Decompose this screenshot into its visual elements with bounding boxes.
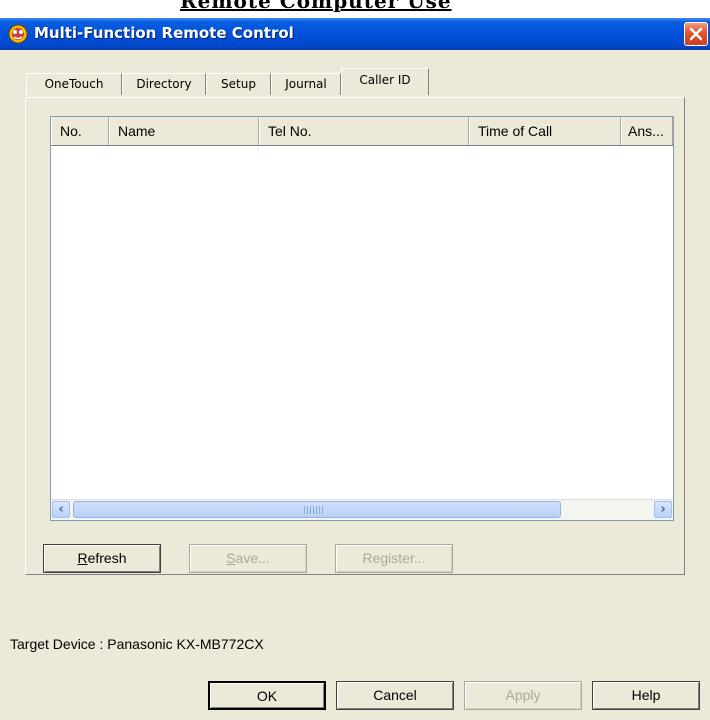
chevron-left-icon: ‹ [58, 502, 64, 517]
register-button[interactable]: Register... [335, 544, 453, 573]
top-cropped-heading: Remote Computer Use [0, 0, 710, 18]
tab-journal-label: Journal [285, 77, 327, 91]
close-icon [689, 27, 703, 41]
column-header-tel-no[interactable]: Tel No. [259, 117, 469, 145]
column-header-answer-label: Ans... [628, 123, 664, 139]
top-cropped-heading-text: Remote Computer Use [180, 0, 452, 13]
column-header-time-of-call-label: Time of Call [478, 123, 553, 139]
column-header-answer[interactable]: Ans... [621, 117, 673, 145]
cancel-button[interactable]: Cancel [336, 681, 454, 710]
caller-id-panel: No. Name Tel No. Time of Call Ans... ‹ › [25, 97, 685, 575]
horizontal-scrollbar[interactable]: ‹ › [51, 499, 673, 520]
tab-onetouch-label: OneTouch [44, 77, 104, 91]
tab-setup[interactable]: Setup [206, 73, 271, 95]
close-button[interactable] [684, 22, 708, 46]
help-button[interactable]: Help [592, 681, 700, 710]
ok-button[interactable]: OK [208, 681, 326, 710]
caller-list[interactable]: No. Name Tel No. Time of Call Ans... ‹ › [50, 116, 674, 521]
save-button[interactable]: Save... [189, 544, 307, 573]
dialog-window: Multi-Function Remote Control OneTouch D… [0, 18, 710, 720]
save-mnemonic: S [226, 550, 236, 566]
column-header-name-label: Name [118, 123, 156, 139]
tab-directory-label: Directory [136, 77, 192, 91]
app-icon [8, 24, 28, 44]
register-button-label: Register... [362, 550, 426, 566]
tab-caller-id[interactable]: Caller ID [341, 68, 429, 95]
save-button-label: ave... [235, 550, 270, 566]
column-header-time-of-call[interactable]: Time of Call [469, 117, 621, 145]
apply-button[interactable]: Apply [464, 681, 582, 710]
tab-caller-id-label: Caller ID [359, 73, 411, 87]
refresh-button[interactable]: Refresh [43, 544, 161, 573]
window-title: Multi-Function Remote Control [34, 24, 294, 42]
column-header-name[interactable]: Name [109, 117, 259, 145]
scroll-grip-icon [304, 506, 324, 514]
refresh-button-label: efresh [87, 550, 127, 566]
ok-button-label: OK [256, 688, 278, 704]
column-header-tel-no-label: Tel No. [268, 123, 312, 139]
title-bar[interactable]: Multi-Function Remote Control [0, 18, 710, 50]
apply-button-label: Apply [505, 687, 541, 703]
scroll-left-button[interactable]: ‹ [52, 501, 70, 518]
scroll-thumb[interactable] [73, 501, 561, 518]
column-header-no-label: No. [60, 123, 82, 139]
help-button-label: Help [631, 687, 661, 703]
tab-setup-label: Setup [221, 77, 256, 91]
list-header: No. Name Tel No. Time of Call Ans... [51, 117, 673, 146]
scroll-right-button[interactable]: › [654, 501, 672, 518]
tab-directory[interactable]: Directory [122, 73, 206, 95]
chevron-right-icon: › [660, 502, 666, 517]
tab-journal[interactable]: Journal [271, 73, 341, 95]
cancel-button-label: Cancel [373, 687, 417, 703]
refresh-mnemonic: R [77, 550, 88, 566]
tab-onetouch[interactable]: OneTouch [26, 73, 122, 95]
column-header-no[interactable]: No. [51, 117, 109, 145]
target-device-label: Target Device : Panasonic KX-MB772CX [10, 636, 264, 652]
